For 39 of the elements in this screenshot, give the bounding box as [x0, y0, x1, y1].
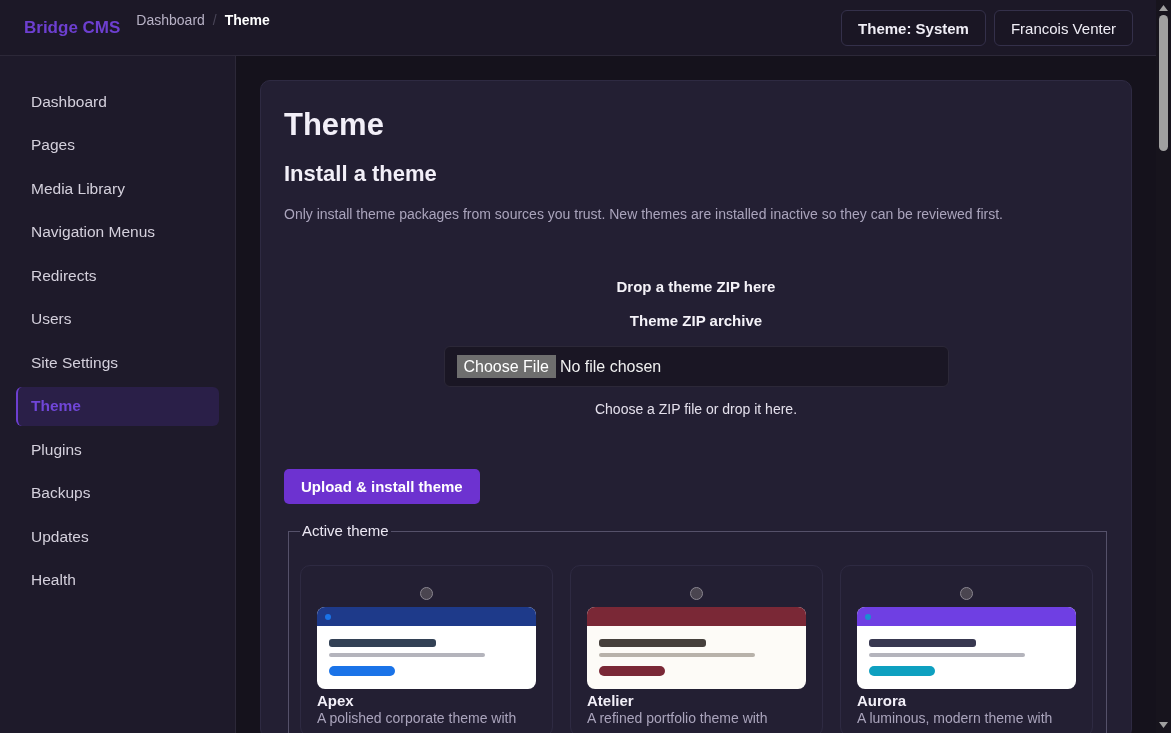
- field-label: Theme ZIP archive: [629, 311, 763, 331]
- upload-install-button[interactable]: Upload & install theme: [284, 469, 480, 504]
- file-input[interactable]: Choose File No file chosen: [443, 346, 949, 387]
- scrollbar-thumb[interactable]: [1159, 15, 1168, 151]
- sidebar-item[interactable]: Pages: [16, 125, 219, 165]
- sidebar-item[interactable]: Updates: [16, 517, 219, 557]
- choose-file-button[interactable]: Choose File: [456, 355, 556, 378]
- theme-description: A luminous, modern theme with: [857, 710, 1054, 726]
- sidebar-item[interactable]: Site Settings: [16, 343, 219, 383]
- group-legend: Active theme: [300, 521, 391, 541]
- sidebar-item[interactable]: Dashboard: [16, 82, 219, 122]
- theme-name: Apex: [317, 691, 355, 710]
- breadcrumb-link[interactable]: Dashboard: [136, 11, 205, 29]
- theme-description: A refined portfolio theme with: [587, 710, 769, 726]
- breadcrumb-separator: /: [212, 11, 217, 29]
- theme-name: Aurora: [857, 691, 908, 710]
- scroll-up-icon[interactable]: [1159, 5, 1168, 11]
- dropzone-title: Drop a theme ZIP here: [616, 277, 776, 297]
- notice-text: Only install theme packages from sources you trust. New themes are installed inactive so they can be reviewed first.: [284, 205, 1004, 224]
- section-title: Install a theme: [284, 160, 438, 188]
- sidebar-item[interactable]: Plugins: [16, 430, 219, 470]
- theme-name: Atelier: [587, 691, 635, 710]
- sidebar-item[interactable]: Health: [16, 560, 219, 600]
- hint-text: Choose a ZIP file or drop it here.: [594, 400, 798, 419]
- sidebar-item[interactable]: Navigation Menus: [16, 212, 219, 252]
- radio-button[interactable]: [960, 587, 973, 600]
- radio-button[interactable]: [690, 587, 703, 600]
- sidebar-item[interactable]: Users: [16, 299, 219, 339]
- sidebar-item[interactable]: Media Library: [16, 169, 219, 209]
- theme-description: A polished corporate theme with: [317, 710, 518, 726]
- user-menu-button[interactable]: Francois Venter: [993, 10, 1133, 46]
- theme-mode-button[interactable]: Theme: System: [841, 10, 986, 46]
- breadcrumb-link[interactable]: Theme: [224, 11, 270, 29]
- page-title: Theme: [284, 106, 385, 144]
- sidebar-item[interactable]: Redirects: [16, 256, 219, 296]
- sidebar-item[interactable]: Backups: [16, 473, 219, 513]
- radio-button[interactable]: [420, 587, 433, 600]
- scroll-down-icon[interactable]: [1159, 722, 1168, 728]
- file-status-text: No file chosen: [559, 357, 662, 376]
